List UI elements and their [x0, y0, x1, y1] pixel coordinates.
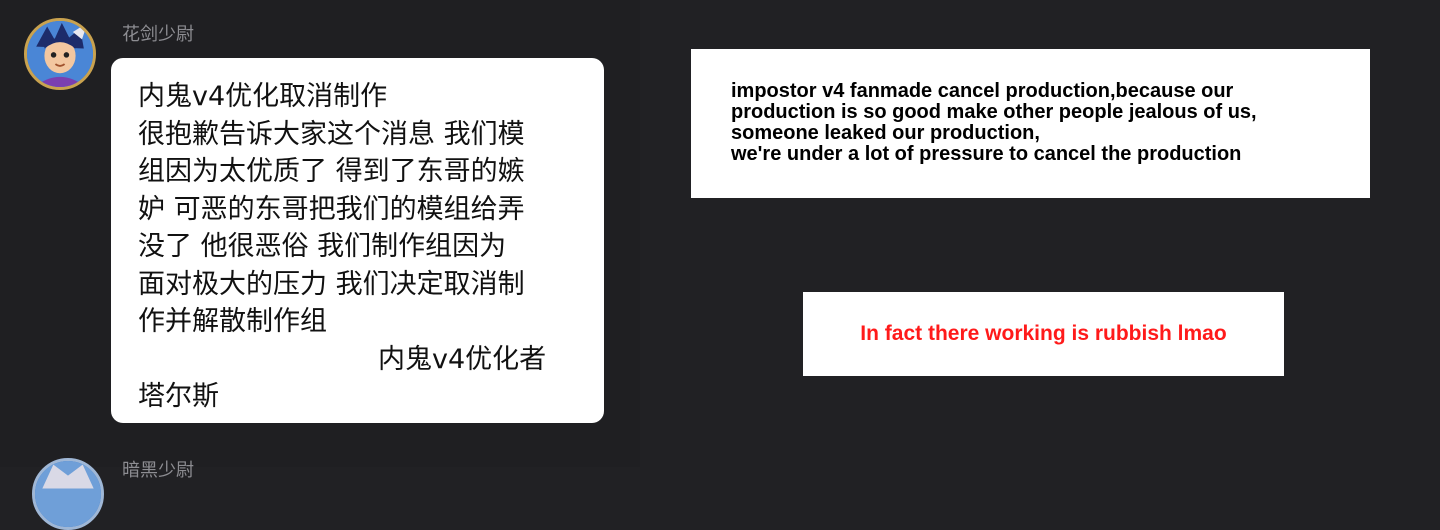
user-avatar[interactable] — [32, 458, 104, 530]
username: 暗黑少尉 — [122, 460, 194, 481]
comment-caption: In fact there working is rubbish lmao — [803, 292, 1284, 376]
message-line: 妒 可恶的东哥把我们的模组给弄 — [138, 193, 525, 225]
translation-line: production is so good make other people … — [731, 101, 1257, 123]
message-line: 没了 他很恶俗 我们制作组因为 — [138, 231, 507, 262]
user-avatar[interactable] — [24, 18, 96, 90]
message-line: 组因为太优质了 得到了东哥的嫉 — [138, 156, 525, 187]
translation-caption: impostor v4 fanmade cancel production,be… — [691, 49, 1370, 198]
translation-line: someone leaked our production, — [731, 122, 1040, 144]
message-line: 作并解散制作组 — [138, 306, 327, 337]
comment-text: In fact there working is rubbish lmao — [860, 322, 1227, 345]
message-signature-name: 塔尔斯 — [138, 381, 219, 412]
chat-panel: 花剑少尉 内鬼v4优化取消制作 很抱歉告诉大家这个消息 我们模 组因为太优质了 … — [0, 0, 640, 530]
message-line: 面对极大的压力 我们决定取消制 — [138, 268, 525, 300]
message-bubble: 内鬼v4优化取消制作 很抱歉告诉大家这个消息 我们模 组因为太优质了 得到了东哥… — [111, 58, 604, 423]
cartoon-character-avatar-icon — [27, 21, 93, 87]
message-line: 内鬼v4优化取消制作 — [138, 81, 388, 112]
message-signature: 内鬼v4优化者 — [378, 343, 547, 375]
translation-line: we're under a lot of pressure to cancel … — [731, 143, 1242, 165]
message-line: 很抱歉告诉大家这个消息 我们模 — [138, 118, 525, 150]
cartoon-character-avatar-icon — [35, 461, 101, 527]
username: 花剑少尉 — [122, 24, 194, 45]
translation-line: impostor v4 fanmade cancel production,be… — [731, 80, 1234, 102]
